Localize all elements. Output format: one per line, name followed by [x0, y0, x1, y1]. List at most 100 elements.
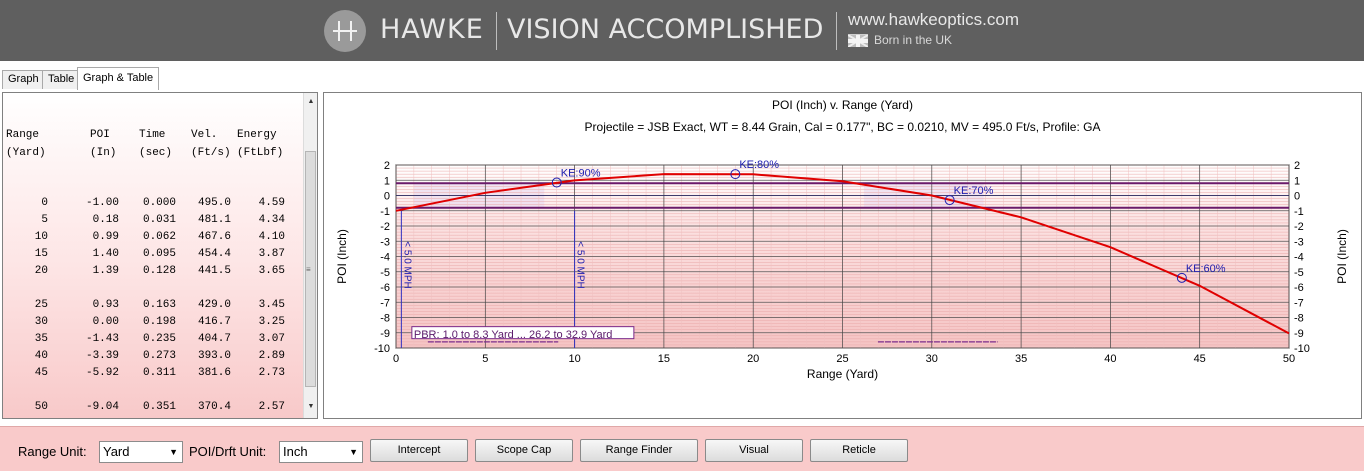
x-tick-label: 30 — [926, 353, 938, 365]
tab-graph[interactable]: Graph — [2, 70, 45, 89]
table-cell: 381.6 — [197, 367, 231, 379]
ke-marker-label: KE:90% — [561, 168, 601, 180]
column-header: Range — [6, 129, 40, 141]
table-row: 35 -1.43 0.235 404.7 3.07 — [6, 333, 296, 347]
column-header: (Ft/s) — [191, 147, 231, 159]
table-cell: 40 — [34, 350, 48, 362]
y2-tick-label: -4 — [1294, 252, 1304, 264]
table-cell: -5.92 — [85, 367, 119, 379]
table-cell: 3.87 — [258, 248, 285, 260]
wind-marker-label: < 5.0 MPH — [575, 241, 586, 289]
scroll-grip-icon: ≡ — [306, 265, 311, 274]
y-tick-label: -9 — [380, 328, 390, 340]
x-tick-label: 20 — [747, 353, 759, 365]
table-cell: 4.10 — [258, 231, 285, 243]
table-cell: 0.18 — [92, 214, 119, 226]
table-cell: 10 — [34, 231, 48, 243]
range-finder-button[interactable]: Range Finder — [580, 439, 698, 462]
y-tick-label: -1 — [380, 206, 390, 218]
ke-marker-label: KE:80% — [739, 159, 779, 171]
website-link[interactable]: www.hawkeoptics.com — [848, 10, 1019, 30]
y2-tick-label: 2 — [1294, 160, 1300, 172]
table-cell: 3.07 — [258, 333, 285, 345]
uk-flag-icon — [847, 34, 869, 48]
intercept-button[interactable]: Intercept — [370, 439, 468, 462]
tab-table[interactable]: Table — [42, 70, 81, 89]
tab-graph-and-table[interactable]: Graph & Table — [77, 67, 160, 90]
y-tick-label: 0 — [384, 191, 390, 203]
table-row: 0 -1.00 0.000 495.0 4.59 — [6, 197, 296, 211]
poi-unit-value: Inch — [283, 444, 308, 459]
table-row: 25 0.93 0.163 429.0 3.45 — [6, 299, 296, 313]
table-cell: 0.00 — [92, 316, 119, 328]
y2-tick-label: -5 — [1294, 267, 1304, 279]
range-unit-value: Yard — [103, 444, 130, 459]
table-cell: 3.65 — [258, 265, 285, 277]
poi-unit-label: POI/Drft Unit: — [189, 444, 267, 459]
poi-unit-select[interactable]: Inch ▼ — [279, 441, 363, 463]
table-cell: 404.7 — [197, 333, 231, 345]
y2-tick-label: 1 — [1294, 175, 1300, 187]
table-cell: 50 — [34, 401, 48, 413]
table-cell: -3.39 — [85, 350, 119, 362]
table-cell: 0.000 — [142, 197, 176, 209]
table-cell: 20 — [34, 265, 48, 277]
table-cell: 481.1 — [197, 214, 231, 226]
table-cell: 0.198 — [142, 316, 176, 328]
scroll-down-icon[interactable]: ▼ — [306, 402, 316, 412]
divider — [836, 12, 837, 50]
table-cell: 1.39 — [92, 265, 119, 277]
column-header: Time — [139, 129, 166, 141]
column-header: (In) — [90, 147, 117, 159]
table-row: 40 -3.39 0.273 393.0 2.89 — [6, 350, 296, 364]
table-cell: 4.34 — [258, 214, 285, 226]
table-cell: 35 — [34, 333, 48, 345]
table-cell: 2.89 — [258, 350, 285, 362]
x-tick-label: 40 — [1104, 353, 1116, 365]
x-tick-label: 0 — [393, 353, 399, 365]
table-cell: 0.93 — [92, 299, 119, 311]
table-cell: 0 — [41, 197, 48, 209]
y-tick-label: -10 — [374, 343, 390, 355]
table-row: 20 1.39 0.128 441.5 3.65 — [6, 265, 296, 279]
scroll-up-icon[interactable]: ▲ — [306, 97, 316, 107]
ke-marker-label: KE:70% — [954, 185, 994, 197]
table-cell: 0.031 — [142, 214, 176, 226]
wind-marker-label: < 5.0 MPH — [401, 241, 412, 289]
trajectory-chart: < 5.0 MPH < 5.0 MPH KE:90% KE:80% KE:70% KE:6… — [335, 98, 1349, 381]
scope-cap-button[interactable]: Scope Cap — [475, 439, 573, 462]
table-cell: 3.45 — [258, 299, 285, 311]
y-tick-label: -5 — [380, 267, 390, 279]
column-header: (sec) — [139, 147, 173, 159]
table-cell: 0.163 — [142, 299, 176, 311]
table-cell: 0.128 — [142, 265, 176, 277]
y-tick-label: -6 — [380, 282, 390, 294]
y2-tick-label: -7 — [1294, 297, 1304, 309]
table-scrollbar[interactable]: ▲ ≡ ▼ — [303, 93, 317, 418]
visual-button[interactable]: Visual — [705, 439, 803, 462]
table-cell: 30 — [34, 316, 48, 328]
table-cell: 25 — [34, 299, 48, 311]
table-cell: 429.0 — [197, 299, 231, 311]
table-cell: 0.062 — [142, 231, 176, 243]
column-header: (FtLbf) — [237, 147, 284, 159]
brand-name: HAWKE — [380, 14, 484, 45]
reticle-button[interactable]: Reticle — [810, 439, 908, 462]
x-tick-label: 10 — [568, 353, 580, 365]
y2-tick-label: 0 — [1294, 191, 1300, 203]
chevron-down-icon: ▼ — [349, 447, 358, 457]
table-cell: 0.095 — [142, 248, 176, 260]
table-cell: 454.4 — [197, 248, 231, 260]
table-cell: 495.0 — [197, 197, 231, 209]
table-row: 30 0.00 0.198 416.7 3.25 — [6, 316, 296, 330]
y-axis-label: POI (Inch) — [335, 229, 349, 284]
y-tick-label: -8 — [380, 313, 390, 325]
table-cell: -1.00 — [85, 197, 119, 209]
x-tick-label: 35 — [1015, 353, 1027, 365]
table-cell: 370.4 — [197, 401, 231, 413]
range-unit-select[interactable]: Yard ▼ — [99, 441, 183, 463]
y2-tick-label: -6 — [1294, 282, 1304, 294]
x-tick-label: 5 — [482, 353, 488, 365]
column-header: (Yard) — [6, 147, 46, 159]
table-cell: 0.273 — [142, 350, 176, 362]
